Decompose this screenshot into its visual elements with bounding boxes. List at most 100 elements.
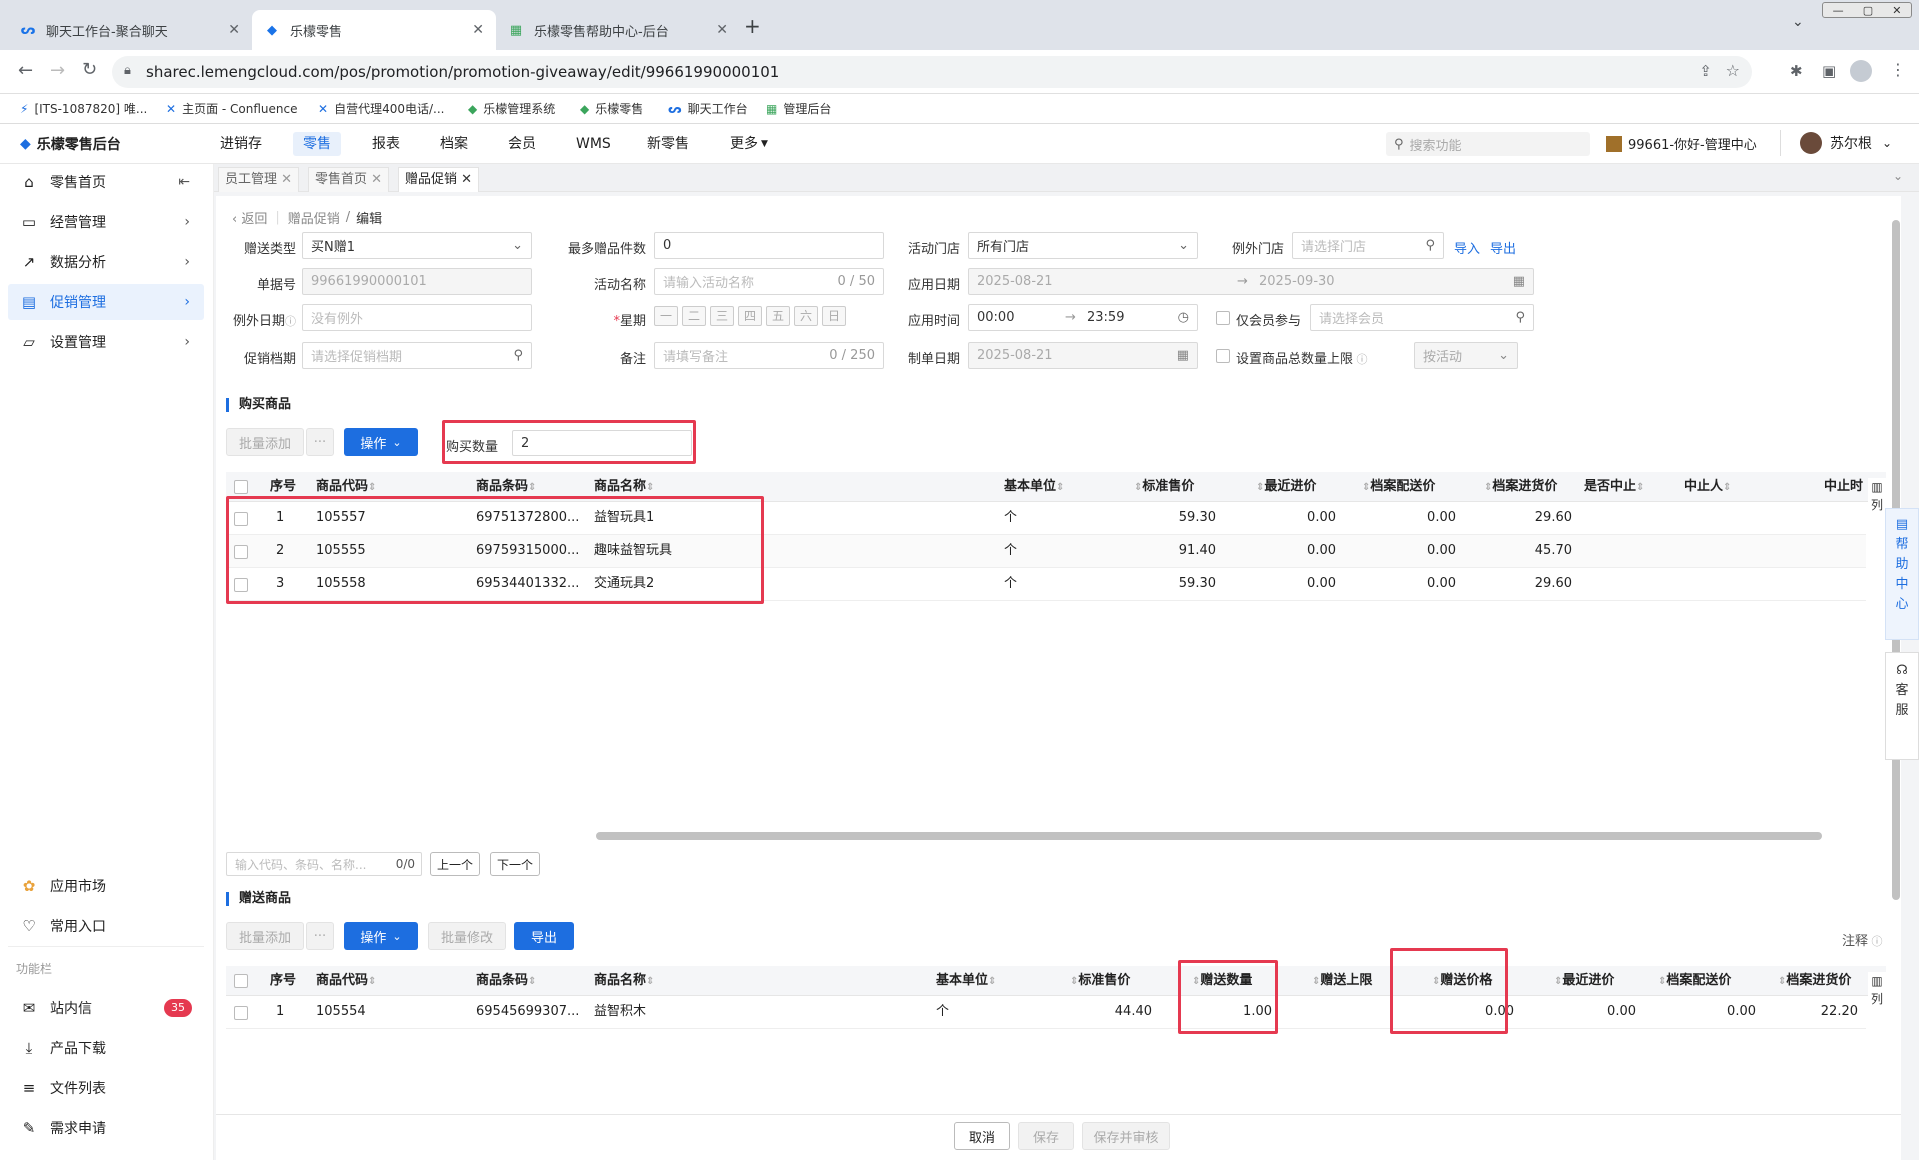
sidebar-item-promotion[interactable]: ▤ 促销管理 › [8, 284, 204, 320]
close-icon[interactable]: ✕ [716, 22, 728, 38]
close-icon[interactable]: ✕ [371, 172, 382, 187]
store-select[interactable]: 所有门店 ⌄ [968, 232, 1198, 259]
close-icon[interactable]: ✕ [461, 172, 472, 187]
col-header[interactable]: 商品条码⇕ [476, 966, 536, 996]
info-icon[interactable]: ⓘ [285, 315, 296, 328]
col-header[interactable]: ⇕档案配送价 [1362, 472, 1435, 502]
bookmark-item[interactable]: ᔕ 聊天工作台 [668, 100, 748, 117]
info-icon[interactable]: ⓘ [1353, 353, 1368, 366]
col-header[interactable]: 是否中止⇕ [1584, 472, 1644, 502]
minimize-icon[interactable]: — [1833, 4, 1844, 17]
col-header[interactable]: ⇕档案配送价 [1658, 966, 1731, 996]
time-range-input[interactable]: 00:00 → 23:59 ◷ [968, 304, 1198, 331]
select-all-checkbox[interactable] [234, 974, 248, 988]
sidebar-app-market[interactable]: ✿ 应用市场 [8, 868, 204, 904]
share-icon[interactable]: ⇪ [1699, 62, 1712, 80]
col-header[interactable]: 中止时 [1824, 472, 1863, 502]
col-header[interactable]: ⇕赠送上限 [1312, 966, 1372, 996]
close-icon[interactable]: ✕ [228, 22, 240, 38]
col-header[interactable]: ⇕标准售价 [1070, 966, 1130, 996]
reload-icon[interactable]: ↻ [82, 59, 97, 80]
sidebar-inbox[interactable]: ✉ 站内信 35 [8, 990, 204, 1026]
column-toggle[interactable]: ▥ 列 [1868, 478, 1886, 514]
profile-icon[interactable] [1850, 60, 1872, 82]
back-link[interactable]: ‹ 返回 [232, 208, 267, 227]
cell-gift-limit[interactable] [1312, 996, 1392, 1028]
next-button[interactable]: 下一个 [490, 852, 540, 876]
search-input[interactable]: ⚲ 搜索功能 [1386, 132, 1590, 156]
maximize-icon[interactable]: ▢ [1863, 4, 1873, 17]
column-toggle[interactable]: ▥ 列 [1868, 972, 1886, 1008]
browser-tab[interactable]: ᔕ 聊天工作台-聚合聊天 ✕ [8, 10, 252, 50]
col-header[interactable]: 商品名称⇕ [594, 966, 654, 996]
nav-retail[interactable]: 零售 [293, 132, 341, 156]
bookmark-item[interactable]: ▦ 管理后台 [766, 100, 831, 117]
url-input[interactable]: 🔒︎ sharec.lemengcloud.com/pos/promotion/… [112, 56, 1752, 88]
grade-input[interactable]: 请选择促销档期 ⚲ [302, 342, 532, 369]
week-day[interactable]: 五 [766, 306, 790, 326]
sidebar-files[interactable]: ≡ 文件列表 [8, 1070, 204, 1106]
batch-add-button[interactable]: 批量添加 [226, 922, 304, 950]
batch-add-button[interactable]: 批量添加 [226, 428, 304, 456]
gift-type-select[interactable]: 买N赠1 ⌄ [302, 232, 532, 259]
batch-edit-button[interactable]: 批量修改 [428, 922, 506, 950]
nav-new-retail[interactable]: 新零售 [637, 132, 699, 156]
nav-wms[interactable]: WMS [566, 132, 621, 156]
max-gift-input[interactable]: 0 [654, 232, 884, 259]
page-tab-staff[interactable]: 员工管理 ✕ [218, 167, 300, 192]
except-date-input[interactable]: 没有例外 [302, 304, 532, 331]
store-selector[interactable]: 99661-你好-管理中心 [1606, 134, 1757, 153]
import-link[interactable]: 导入 [1454, 238, 1480, 257]
bookmark-item[interactable]: ◆ 乐檬管理系统 [468, 100, 555, 117]
prev-button[interactable]: 上一个 [430, 852, 480, 876]
except-store-input[interactable]: 请选择门店 ⚲ [1292, 232, 1444, 259]
export-link[interactable]: 导出 [1490, 238, 1516, 257]
bookmark-item[interactable]: ◆ 乐檬零售 [580, 100, 643, 117]
sidepanel-icon[interactable]: ▣ [1822, 62, 1836, 80]
forward-icon[interactable]: → [50, 60, 65, 81]
nav-report[interactable]: 报表 [362, 132, 410, 156]
col-header[interactable]: 商品代码⇕ [316, 966, 376, 996]
sidebar-item-settings[interactable]: ▱ 设置管理 › [8, 324, 204, 360]
col-header[interactable]: ⇕标准售价 [1134, 472, 1194, 502]
sidebar-item-operation[interactable]: ▭ 经营管理 › [8, 204, 204, 240]
sidebar-request[interactable]: ✎ 需求申请 [8, 1110, 204, 1146]
user-menu[interactable]: 苏尔根 ⌄ [1800, 132, 1892, 154]
activity-name-input[interactable]: 请输入活动名称 0 / 50 [654, 268, 884, 295]
menu-icon[interactable]: ⋮ [1890, 60, 1906, 79]
week-day[interactable]: 二 [682, 306, 706, 326]
bookmark-item[interactable]: ⚡ [ITS-1087820] 唯... [20, 100, 147, 117]
sidebar-download[interactable]: ⤓ 产品下载 [8, 1030, 204, 1066]
nav-more[interactable]: 更多 ▼ [720, 132, 778, 156]
week-day[interactable]: 四 [738, 306, 762, 326]
new-tab-icon[interactable]: + [744, 14, 761, 38]
week-day[interactable]: 日 [822, 306, 846, 326]
collapse-icon[interactable]: ⇤ [178, 174, 190, 190]
browser-tab-active[interactable]: ◆ 乐檬零售 ✕ [252, 10, 496, 50]
week-day[interactable]: 一 [654, 306, 678, 326]
nav-archive[interactable]: 档案 [430, 132, 478, 156]
nav-jinxiaocun[interactable]: 进销存 [210, 132, 272, 156]
operate-button[interactable]: 操作 ⌄ [344, 922, 418, 950]
breadcrumb-parent[interactable]: 赠品促销 [288, 208, 340, 227]
operate-button[interactable]: 操作 ⌄ [344, 428, 418, 456]
find-input[interactable]: 输入代码、条码、名称... 0/0 [226, 852, 422, 876]
export-button[interactable]: 导出 [514, 922, 574, 950]
col-header[interactable]: ⇕最近进价 [1554, 966, 1614, 996]
week-day[interactable]: 六 [794, 306, 818, 326]
page-tab-gift-promo[interactable]: 赠品促销 ✕ [398, 167, 480, 192]
sidebar-item-analysis[interactable]: ↗ 数据分析 › [8, 244, 204, 280]
browser-tab[interactable]: ▦ 乐檬零售帮助中心-后台 ✕ [496, 10, 740, 50]
more-button[interactable]: ··· [306, 428, 334, 456]
customer-service-tab[interactable]: ☊ 客服 [1885, 652, 1919, 760]
col-header[interactable]: ⇕档案进货价 [1484, 472, 1557, 502]
member-input[interactable]: 请选择会员 ⚲ [1310, 304, 1534, 331]
star-icon[interactable]: ☆ [1726, 61, 1740, 80]
sidebar-favorites[interactable]: ♡ 常用入口 [8, 908, 204, 944]
nav-member[interactable]: 会员 [498, 132, 546, 156]
col-header[interactable]: ⇕档案进货价 [1778, 966, 1851, 996]
save-button[interactable]: 保存 [1018, 1122, 1074, 1150]
horizontal-scrollbar[interactable] [596, 832, 1822, 840]
extensions-icon[interactable]: ✱ [1790, 62, 1803, 80]
chevron-down-icon[interactable]: ⌄ [1893, 169, 1903, 183]
